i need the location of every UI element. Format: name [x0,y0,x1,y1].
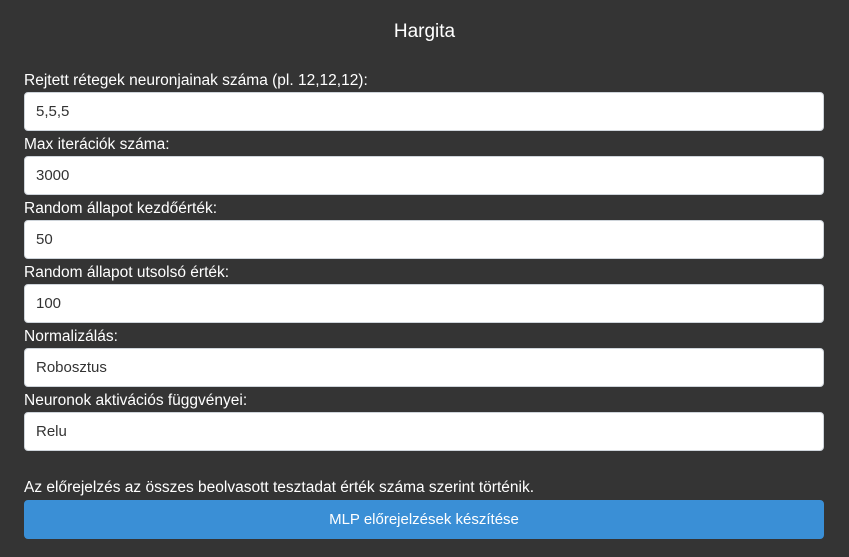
mlp-predict-button[interactable]: MLP előrejelzések készítése [24,500,824,539]
hidden-layers-input[interactable] [24,92,824,131]
prediction-note: Az előrejelzés az összes beolvasott tesz… [24,479,535,496]
page-title: Hargita [393,21,456,42]
max-iterations-label: Max iterációk száma: [24,136,170,153]
page: Hargita Rejtett rétegek neuronjainak szá… [0,0,849,557]
random-state-start-label: Random állapot kezdőérték: [24,200,218,217]
activation-functions-input[interactable] [24,412,824,451]
activation-functions-label: Neuronok aktivációs függvényei: [24,392,248,409]
random-state-end-input[interactable] [24,284,824,323]
random-state-end-label: Random állapot utsolsó érték: [24,264,230,281]
random-state-start-input[interactable] [24,220,824,259]
normalization-input[interactable] [24,348,824,387]
normalization-label: Normalizálás: [24,328,118,345]
hidden-layers-label: Rejtett rétegek neuronjainak száma (pl. … [24,72,368,89]
max-iterations-input[interactable] [24,156,824,195]
